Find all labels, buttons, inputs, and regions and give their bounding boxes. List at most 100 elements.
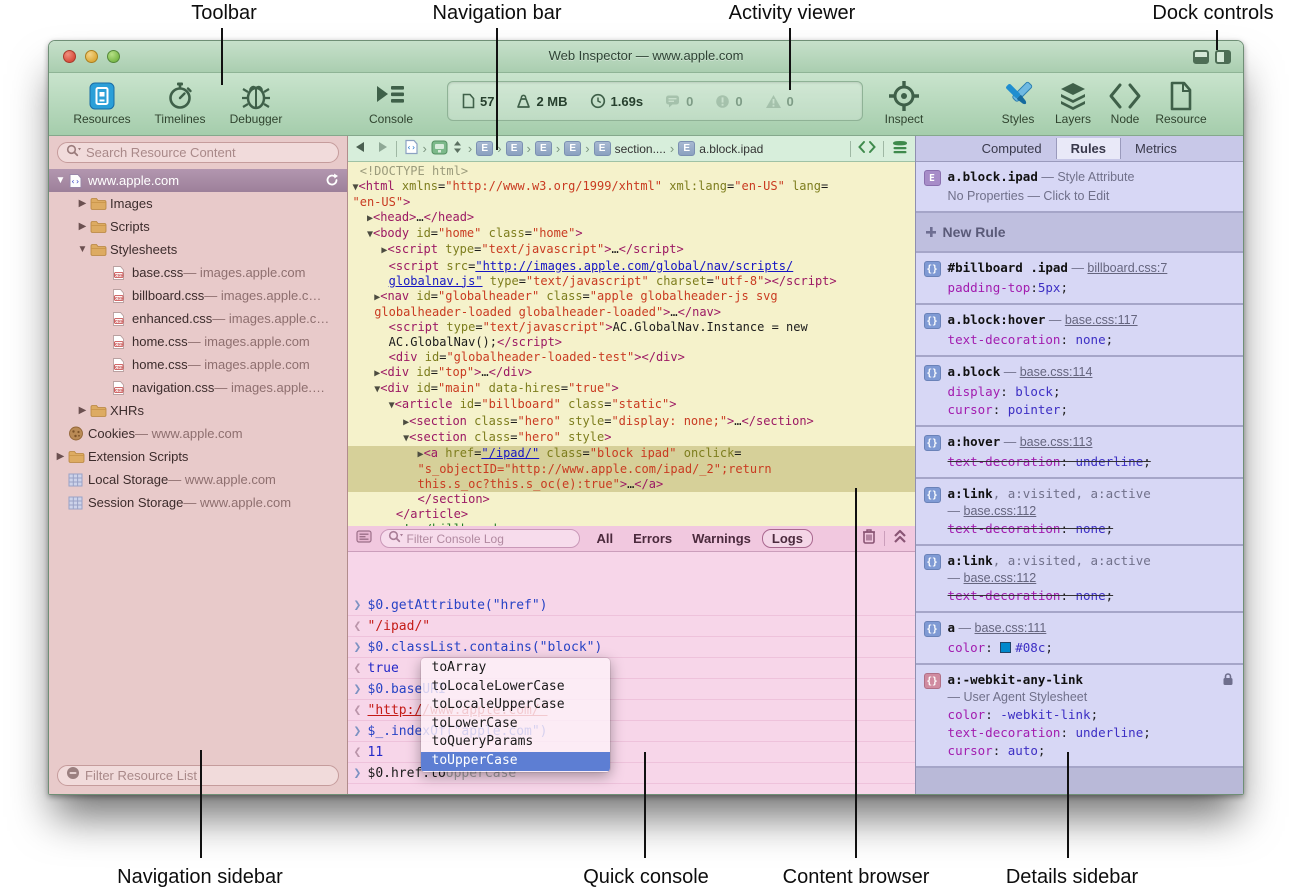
breadcrumb-element-chip[interactable]: E bbox=[506, 141, 523, 156]
stylesheet-link[interactable]: base.css:117 bbox=[1065, 313, 1138, 327]
style-rule[interactable]: {}a.block — base.css:114display: block;c… bbox=[916, 357, 1243, 427]
autocomplete-item[interactable]: toLocaleLowerCase bbox=[421, 678, 610, 697]
disclosure-closed-icon[interactable]: ▶ bbox=[53, 451, 68, 462]
dock-to-side-icon[interactable] bbox=[1215, 50, 1231, 64]
style-rule[interactable]: {}a:link, a:visited, a:active— base.css:… bbox=[916, 479, 1243, 546]
autocomplete-item[interactable]: toLocaleUpperCase bbox=[421, 696, 610, 715]
css-declaration[interactable]: text-decoration: none; bbox=[948, 332, 1234, 347]
tree-item-extension-scripts[interactable]: ▶Extension Scripts bbox=[49, 445, 347, 468]
autocomplete-item[interactable]: toQueryParams bbox=[421, 733, 610, 752]
toolbar-button-timelines[interactable]: Timelines bbox=[141, 79, 219, 126]
style-rule[interactable]: {}a:-webkit-any-link— User Agent Stylesh… bbox=[916, 665, 1243, 768]
tree-item-stylesheets[interactable]: ▼Stylesheets bbox=[49, 238, 347, 261]
console-log[interactable]: ❯$0.getAttribute("href")❮"/ipad/"❯$0.cla… bbox=[348, 552, 915, 795]
color-swatch[interactable] bbox=[1000, 642, 1011, 653]
css-declaration[interactable]: text-decoration: none; bbox=[948, 588, 1234, 603]
search-resource-field[interactable] bbox=[57, 142, 339, 163]
tree-item-home-css[interactable]: csshome.css — images.apple.com bbox=[49, 353, 347, 376]
css-declaration[interactable]: cursor: pointer; bbox=[948, 402, 1234, 417]
console-scope-all[interactable]: All bbox=[588, 530, 623, 547]
autocomplete-item[interactable]: toUpperCase bbox=[421, 752, 610, 771]
code-toggle-icon[interactable] bbox=[858, 140, 876, 157]
breadcrumb-element-chip[interactable]: E bbox=[535, 141, 552, 156]
tree-item-home-css[interactable]: csshome.css — images.apple.com bbox=[49, 330, 347, 353]
stylesheet-link[interactable]: billboard.css:7 bbox=[1087, 261, 1167, 275]
tree-item-navigation-css[interactable]: cssnavigation.css — images.apple.… bbox=[49, 376, 347, 399]
console-pane-icon[interactable] bbox=[356, 530, 372, 548]
stylesheet-link[interactable]: base.css:114 bbox=[1020, 365, 1093, 379]
forward-icon[interactable] bbox=[377, 141, 389, 156]
tree-item-www-apple-com[interactable]: ▼‹›www.apple.com bbox=[49, 169, 347, 192]
stylesheet-link[interactable]: base.css:111 bbox=[975, 621, 1047, 635]
tab-rules[interactable]: Rules bbox=[1056, 138, 1121, 159]
content-browser[interactable]: <!DOCTYPE html>▼<html xmlns="http://www.… bbox=[348, 162, 915, 526]
toolbar-button-node[interactable]: Node bbox=[1097, 79, 1153, 126]
toolbar-button-console[interactable]: Console bbox=[352, 79, 430, 126]
tree-item-enhanced-css[interactable]: cssenhanced.css — images.apple.c… bbox=[49, 307, 347, 330]
toolbar-button-resource[interactable]: Resource bbox=[1153, 79, 1209, 126]
css-declaration[interactable]: padding-top:5px; bbox=[948, 280, 1234, 295]
stylesheet-link[interactable]: base.css:112 bbox=[964, 504, 1037, 518]
autocomplete-item[interactable]: toArray bbox=[421, 659, 610, 678]
tree-item-images[interactable]: ▶Images bbox=[49, 192, 347, 215]
tab-metrics[interactable]: Metrics bbox=[1121, 138, 1191, 159]
tree-item-base-css[interactable]: cssbase.css — images.apple.com bbox=[49, 261, 347, 284]
toolbar-button-resources[interactable]: Resources bbox=[63, 79, 141, 126]
source-code-icon[interactable]: ‹› bbox=[404, 139, 419, 158]
new-rule-button[interactable]: New Rule bbox=[916, 213, 1243, 253]
title-bar[interactable]: Web Inspector — www.apple.com bbox=[49, 41, 1243, 73]
toolbar-button-inspect[interactable]: Inspect bbox=[865, 79, 943, 126]
tree-item-cookies[interactable]: Cookies — www.apple.com bbox=[49, 422, 347, 445]
rules-toggle-icon[interactable] bbox=[891, 140, 909, 157]
css-declaration[interactable]: display: block; bbox=[948, 384, 1234, 399]
filter-console-field[interactable] bbox=[380, 529, 580, 548]
disclosure-open-icon[interactable]: ▼ bbox=[75, 244, 90, 255]
filter-resource-input[interactable] bbox=[85, 768, 330, 783]
reload-icon[interactable] bbox=[325, 173, 339, 190]
css-declaration[interactable]: color: -webkit-link; bbox=[948, 707, 1234, 722]
trash-icon[interactable] bbox=[862, 528, 876, 549]
tree-item-billboard-css[interactable]: cssbillboard.css — images.apple.c… bbox=[49, 284, 347, 307]
style-rule[interactable]: {}a.block:hover — base.css:117text-decor… bbox=[916, 305, 1243, 357]
stylesheet-link[interactable]: base.css:113 bbox=[1020, 435, 1093, 449]
stepper-icon[interactable] bbox=[453, 140, 462, 157]
breadcrumb-element-chip[interactable]: Esection.... bbox=[594, 141, 666, 156]
css-declaration[interactable]: cursor: auto; bbox=[948, 743, 1234, 758]
style-rule[interactable]: {}a — base.css:111color: #08c; bbox=[916, 613, 1243, 665]
back-icon[interactable] bbox=[354, 141, 366, 156]
console-scope-logs[interactable]: Logs bbox=[762, 529, 813, 548]
autocomplete-item[interactable]: toLowerCase bbox=[421, 715, 610, 734]
css-declaration[interactable]: text-decoration: underline; bbox=[948, 725, 1234, 740]
css-declaration[interactable]: text-decoration: underline; bbox=[948, 454, 1234, 469]
console-scope-errors[interactable]: Errors bbox=[624, 530, 681, 547]
console-scope-warnings[interactable]: Warnings bbox=[683, 530, 760, 547]
filter-resource-field[interactable] bbox=[57, 765, 339, 786]
toolbar-button-styles[interactable]: Styles bbox=[990, 79, 1046, 126]
filter-console-input[interactable] bbox=[407, 532, 572, 546]
toolbar-button-layers[interactable]: Layers bbox=[1045, 79, 1101, 126]
disclosure-closed-icon[interactable]: ▶ bbox=[75, 405, 90, 416]
style-rule[interactable]: {}#billboard .ipad — billboard.css:7padd… bbox=[916, 253, 1243, 305]
tree-item-session-storage[interactable]: Session Storage — www.apple.com bbox=[49, 491, 347, 514]
disclosure-open-icon[interactable]: ▼ bbox=[53, 175, 68, 186]
style-rule[interactable]: {}a:hover — base.css:113text-decoration:… bbox=[916, 427, 1243, 479]
style-rule[interactable]: {}a:link, a:visited, a:active— base.css:… bbox=[916, 546, 1243, 613]
tree-item-local-storage[interactable]: Local Storage — www.apple.com bbox=[49, 468, 347, 491]
breadcrumb-element-chip[interactable]: E bbox=[476, 141, 493, 156]
dock-to-bottom-icon[interactable] bbox=[1193, 50, 1209, 64]
breadcrumb-element-chip[interactable]: Ea.block.ipad bbox=[678, 141, 763, 156]
css-declaration[interactable]: color: #08c; bbox=[948, 640, 1234, 655]
tab-computed[interactable]: Computed bbox=[968, 138, 1056, 159]
stylesheet-link[interactable]: base.css:112 bbox=[964, 571, 1037, 585]
tree-item-scripts[interactable]: ▶Scripts bbox=[49, 215, 347, 238]
toolbar-button-debugger[interactable]: Debugger bbox=[217, 79, 295, 126]
breadcrumb-element-chip[interactable]: E bbox=[564, 141, 581, 156]
css-declaration[interactable]: text-decoration: none; bbox=[948, 521, 1234, 536]
tree-item-xhrs[interactable]: ▶XHRs bbox=[49, 399, 347, 422]
style-rule[interactable]: Ea.block.ipad — Style AttributeNo Proper… bbox=[916, 162, 1243, 213]
dom-tree-icon[interactable] bbox=[431, 140, 448, 158]
expand-console-icon[interactable] bbox=[893, 529, 907, 549]
search-resource-input[interactable] bbox=[86, 145, 330, 160]
disclosure-closed-icon[interactable]: ▶ bbox=[75, 198, 90, 209]
disclosure-closed-icon[interactable]: ▶ bbox=[75, 221, 90, 232]
